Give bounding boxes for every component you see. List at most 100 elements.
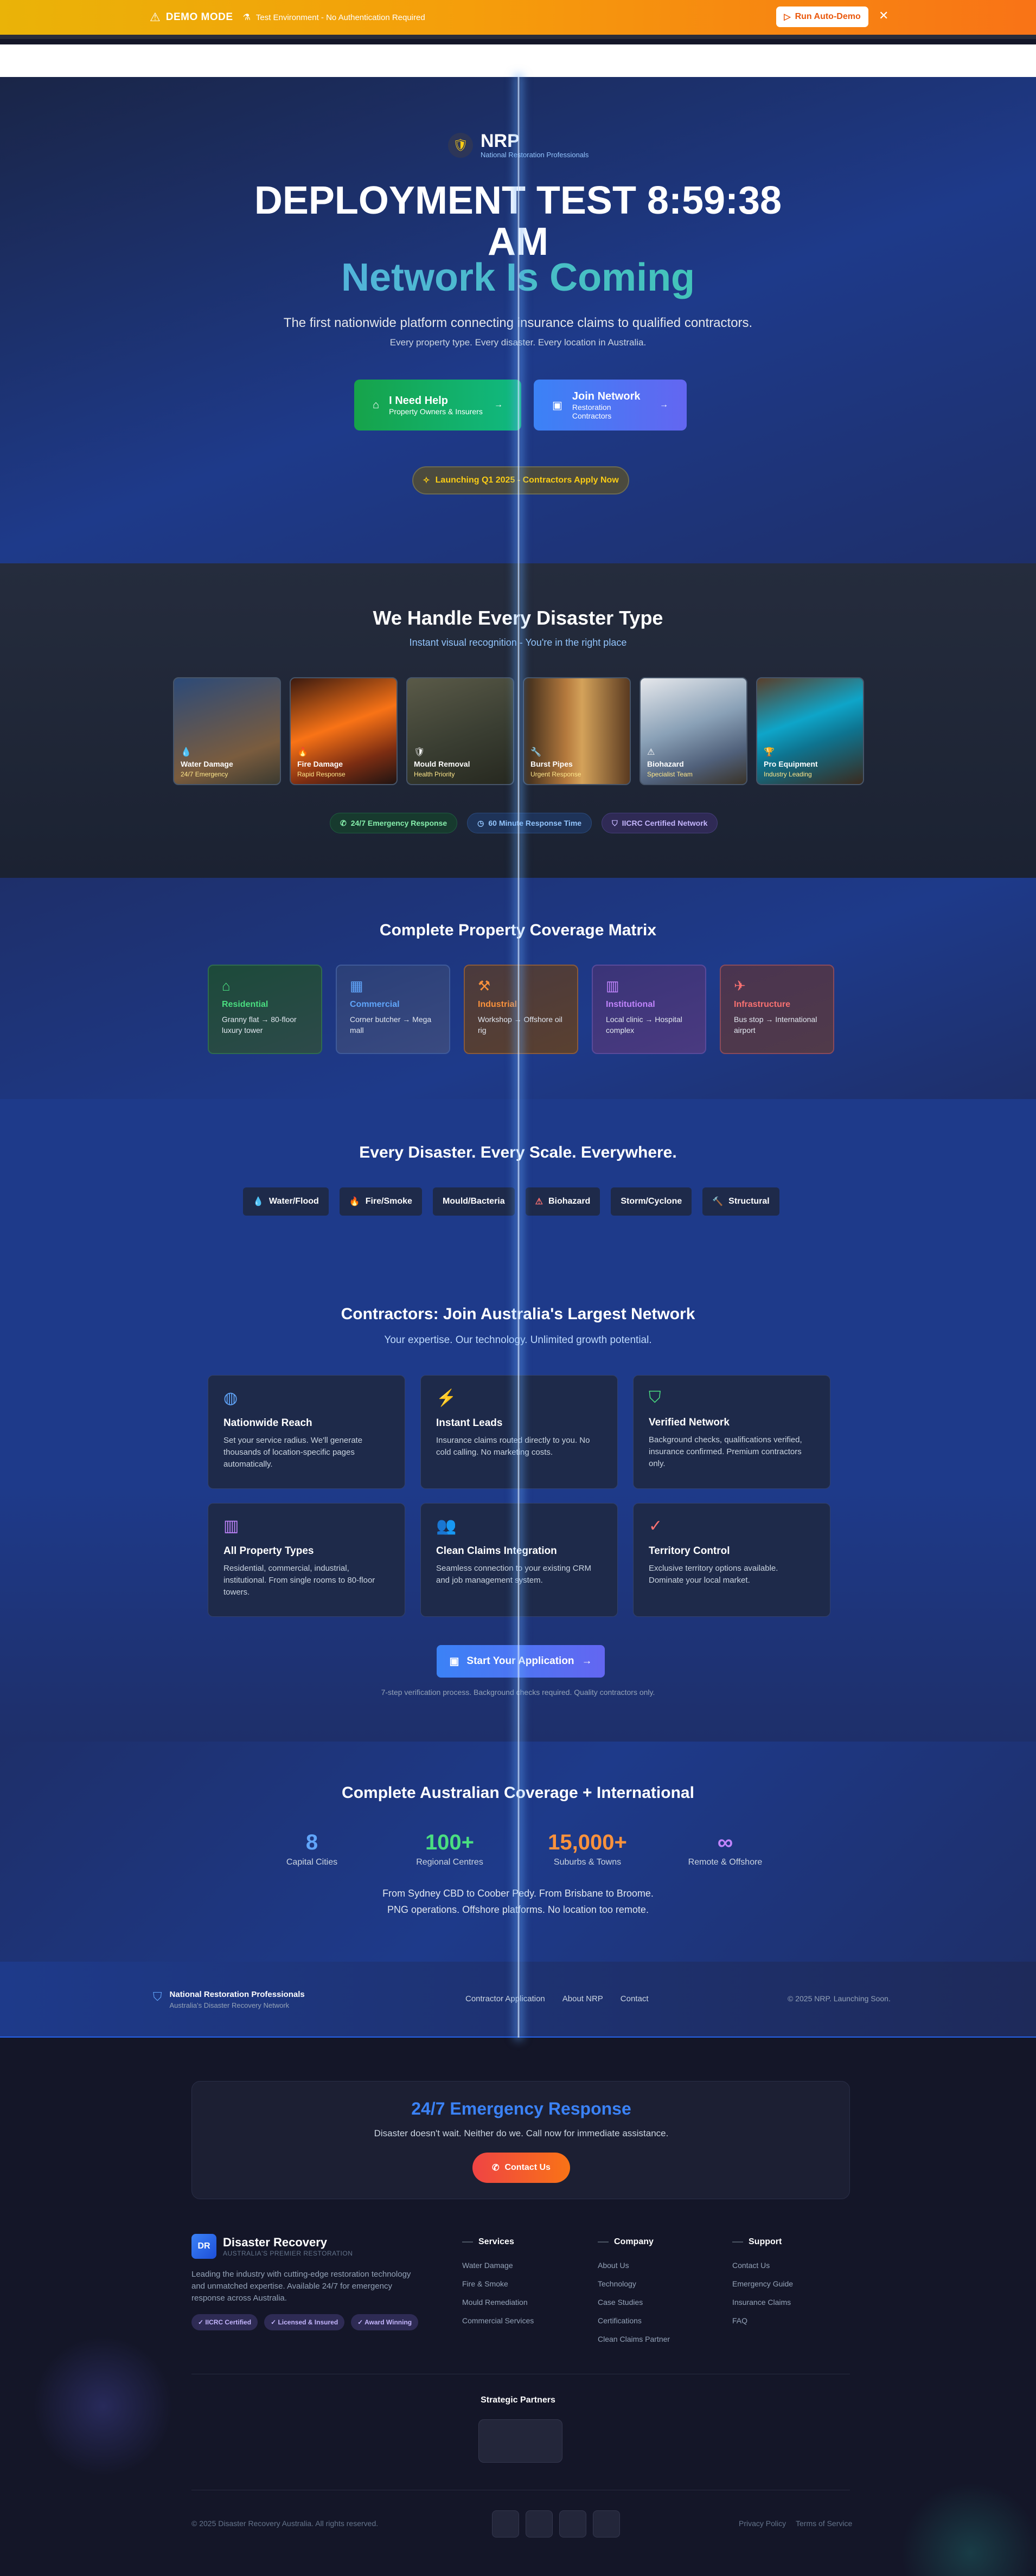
footer-link-contact[interactable]: Contact (621, 1994, 649, 2003)
footer-col-support: Support Contact Us Emergency Guide Insur… (732, 2237, 793, 2335)
dr-logo[interactable]: DR Disaster Recovery AUSTRALIA'S PREMIER… (191, 2234, 419, 2259)
partner-logo[interactable] (478, 2419, 562, 2463)
decorative-glow (33, 2336, 174, 2477)
chip-label: Biohazard (548, 1197, 591, 1206)
tile-title: Burst Pipes (530, 760, 573, 768)
card-residential[interactable]: ⌂ Residential Granny flat → 80-floor lux… (208, 965, 322, 1054)
tile-mould-removal[interactable]: 🛡 Mould Removal Health Priority (406, 677, 514, 785)
footer-link[interactable]: Clean Claims Partner (598, 2335, 670, 2343)
feature-desc: Set your service radius. We'll generate … (223, 1436, 363, 1469)
flask-icon: ⚗ (242, 13, 251, 22)
footer-link[interactable]: Technology (598, 2279, 670, 2288)
stat-regional-centres: 100+ Regional Centres (381, 1829, 519, 1867)
card-institutional[interactable]: ▥ Institutional Local clinic → Hospital … (592, 965, 706, 1054)
footer-col-services: Services Water Damage Fire & Smoke Mould… (462, 2237, 534, 2335)
tile-biohazard[interactable]: ⚠ Biohazard Specialist Team (639, 677, 747, 785)
chip-fire-smoke[interactable]: 🔥 Fire/Smoke (339, 1187, 422, 1216)
card-infrastructure[interactable]: ✈ Infrastructure Bus stop → Internationa… (720, 965, 834, 1054)
chip-water-flood[interactable]: 💧 Water/Flood (243, 1187, 329, 1216)
footer-link-about[interactable]: About NRP (562, 1994, 603, 2003)
arrow-right-icon: → (494, 400, 503, 409)
footer-link[interactable]: Fire & Smoke (462, 2279, 534, 2288)
stat-label: Remote & Offshore (688, 1858, 763, 1867)
chip-structural[interactable]: 🔨 Structural (702, 1187, 779, 1216)
footer-link[interactable]: Contact Us (732, 2261, 793, 2270)
footer-link[interactable]: Mould Remediation (462, 2298, 534, 2307)
need-help-button[interactable]: ⌂ I Need Help Property Owners & Insurers … (354, 380, 521, 431)
need-help-subtitle: Property Owners & Insurers (389, 407, 483, 416)
card-industrial[interactable]: ⚒ Industrial Workshop → Offshore oil rig (464, 965, 578, 1054)
join-network-subtitle: Restoration Contractors (572, 402, 612, 420)
trophy-icon: 🏆 (764, 748, 775, 757)
card-desc: Bus stop → International airport (734, 1015, 817, 1035)
card-title: Institutional (606, 1000, 655, 1009)
tile-title: Pro Equipment (764, 760, 818, 768)
dr-brand-sub: AUSTRALIA'S PREMIER RESTORATION (223, 2250, 353, 2257)
footer-col-company: Company About Us Technology Case Studies… (598, 2237, 670, 2353)
chip-storm-cyclone[interactable]: Storm/Cyclone (611, 1187, 692, 1216)
feature-all-property-types: ▥ All Property Types Residential, commerci… (208, 1503, 405, 1617)
footer-link[interactable]: Commercial Services (462, 2316, 534, 2325)
footer-link[interactable]: Emergency Guide (732, 2279, 793, 2288)
badge-response-time: ◷ 60 Minute Response Time (467, 813, 592, 833)
tile-tag: Health Priority (414, 770, 455, 778)
terms-link[interactable]: Terms of Service (796, 2519, 852, 2528)
footer-link[interactable]: Case Studies (598, 2298, 670, 2307)
feature-title: Verified Network (649, 1417, 730, 1428)
tile-pro-equipment[interactable]: 🏆 Pro Equipment Industry Leading (756, 677, 864, 785)
footer-link[interactable]: Insurance Claims (732, 2298, 793, 2307)
header-bar (0, 44, 1036, 77)
feature-title: All Property Types (223, 1545, 314, 1557)
warning-icon: ⚠ (150, 10, 161, 24)
run-auto-demo-button[interactable]: ▷ Run Auto-Demo (776, 7, 868, 27)
footer-link[interactable]: Certifications (598, 2316, 670, 2325)
feature-desc: Exclusive territory options available. D… (649, 1564, 778, 1585)
close-banner-icon[interactable]: ✕ (879, 9, 888, 23)
environment-label: Test Environment - No Authentication Req… (255, 12, 425, 22)
privacy-policy-link[interactable]: Privacy Policy (739, 2519, 786, 2528)
feature-title: Territory Control (649, 1545, 730, 1557)
briefcase-icon: ▣ (552, 399, 562, 412)
join-network-button[interactable]: ▣ Join Network Restoration Contractors → (534, 380, 687, 431)
footer-link[interactable]: Water Damage (462, 2261, 534, 2270)
social-icon[interactable] (593, 2510, 620, 2538)
contact-us-button[interactable]: ✆ Contact Us (472, 2153, 570, 2183)
phone-icon: ✆ (340, 818, 347, 827)
warning-icon: ⚠ (535, 1197, 543, 1206)
chip-mould-bacteria[interactable]: Mould/Bacteria (432, 1187, 515, 1216)
hammer-icon: 🔨 (712, 1197, 724, 1206)
card-desc: Workshop → Offshore oil rig (478, 1015, 562, 1035)
run-auto-demo-label: Run Auto-Demo (795, 12, 861, 21)
stat-suburbs-towns: 15,000+ Suburbs & Towns (519, 1829, 656, 1867)
contact-us-label: Contact Us (504, 2163, 551, 2172)
chip-label: Water/Flood (268, 1197, 319, 1206)
tile-fire-damage[interactable]: 🔥 Fire Damage Rapid Response (290, 677, 398, 785)
building-icon: ▦ (350, 978, 363, 994)
badge-label: 24/7 Emergency Response (350, 819, 447, 827)
stat-capital-cities: 8 Capital Cities (243, 1829, 381, 1867)
footer-link[interactable]: About Us (598, 2261, 670, 2270)
social-icon[interactable] (559, 2510, 586, 2538)
join-network-title: Join Network (572, 390, 641, 402)
tile-water-damage[interactable]: 💧 Water Damage 24/7 Emergency (173, 677, 281, 785)
card-commercial[interactable]: ▦ Commercial Corner butcher → Mega mall (336, 965, 450, 1054)
sparkle-icon: ✧ (423, 476, 430, 485)
tile-title: Fire Damage (297, 760, 343, 768)
footer-brand: ⛉ National Restoration Professionals Aus… (153, 1990, 305, 2009)
tile-burst-pipes[interactable]: 🔧 Burst Pipes Urgent Response (523, 677, 631, 785)
tag-iicrc: ✓ IICRC Certified (191, 2314, 258, 2330)
flame-icon: 🔥 (297, 748, 308, 757)
start-application-button[interactable]: ▣ Start Your Application → (437, 1645, 605, 1678)
social-icon[interactable] (526, 2510, 553, 2538)
tile-tag: Industry Leading (764, 770, 812, 778)
chip-biohazard[interactable]: ⚠ Biohazard (525, 1187, 600, 1216)
stat-value: 8 (305, 1830, 318, 1854)
footer-link[interactable]: FAQ (732, 2316, 793, 2325)
tag-award: ✓ Award Winning (351, 2314, 419, 2330)
wrench-icon: 🔧 (530, 748, 541, 757)
emergency-title: 24/7 Emergency Response (411, 2099, 631, 2118)
social-icon[interactable] (492, 2510, 519, 2538)
decorative-light-beam (517, 77, 520, 2038)
footer-link-contractor-application[interactable]: Contractor Application (465, 1994, 545, 2003)
feature-desc: Background checks, qualifications verifi… (649, 1435, 802, 1468)
